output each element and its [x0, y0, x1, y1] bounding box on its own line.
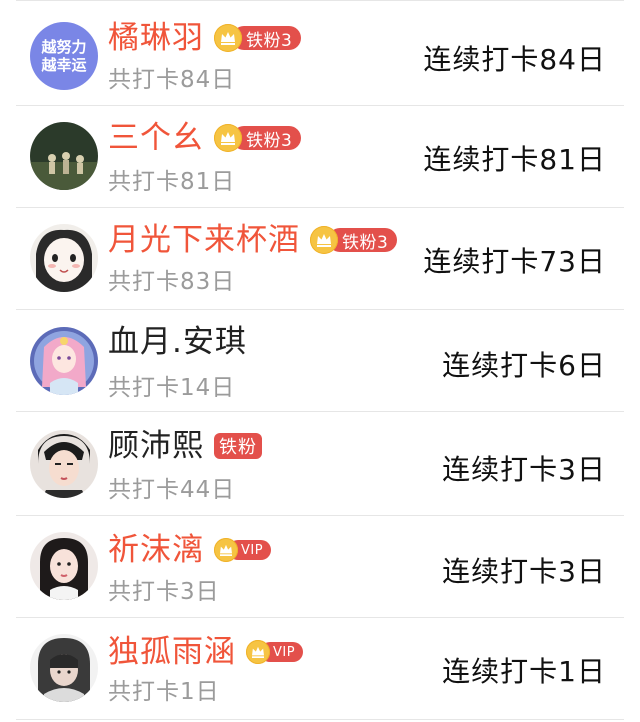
total-checkins: 共打卡44日 — [108, 477, 236, 503]
vip-badge: VIP — [246, 638, 304, 666]
streak-count: 连续打卡84日 — [423, 43, 606, 76]
total-checkins: 共打卡81日 — [108, 169, 236, 195]
streak-count: 连续打卡3日 — [442, 555, 606, 588]
avatar-image — [30, 634, 98, 702]
avatar[interactable] — [30, 224, 98, 292]
list-item[interactable]: 独孤雨涵 VIP 共打卡1日 连续打卡1日 — [0, 618, 640, 720]
total-checkins: 共打卡84日 — [108, 67, 236, 93]
avatar-image — [30, 430, 98, 498]
fan-level-badge: 铁粉3 — [214, 124, 302, 152]
badge-label: 铁粉3 — [328, 228, 398, 253]
row-divider — [16, 411, 624, 412]
streak-count: 连续打卡1日 — [442, 655, 606, 688]
avatar[interactable] — [30, 634, 98, 702]
list-item[interactable]: 顾沛熙 铁粉 共打卡44日 连续打卡3日 — [0, 414, 640, 516]
user-name[interactable]: 三个幺 — [108, 118, 204, 158]
avatar-image — [30, 532, 98, 600]
badge-label: 铁粉3 — [232, 26, 302, 51]
list-item[interactable]: 三个幺 铁粉3 共打卡81日 连续打卡81日 — [0, 106, 640, 208]
user-name[interactable]: 独孤雨涵 — [108, 632, 236, 672]
avatar-image — [30, 224, 98, 292]
avatar[interactable] — [30, 327, 98, 395]
total-checkins: 共打卡14日 — [108, 375, 236, 401]
badge-label: 铁粉3 — [232, 126, 302, 151]
total-checkins: 共打卡83日 — [108, 269, 236, 295]
name-line: 祈沫漓 VIP — [108, 530, 272, 570]
name-line: 橘琳羽 铁粉3 — [108, 18, 302, 58]
checkin-ranking-list: 越努力 越幸运 橘琳羽 铁粉3 共打卡84日 连续打卡84日 三个幺 铁粉3 共… — [0, 0, 640, 722]
top-divider — [16, 0, 624, 1]
avatar[interactable] — [30, 532, 98, 600]
crown-icon — [246, 640, 270, 664]
fan-level-badge: 铁粉3 — [310, 226, 398, 254]
streak-count: 连续打卡6日 — [442, 349, 606, 382]
badge-label: 铁粉 — [214, 433, 262, 459]
list-item[interactable]: 越努力 越幸运 橘琳羽 铁粉3 共打卡84日 连续打卡84日 — [0, 4, 640, 106]
avatar-image — [30, 327, 98, 395]
streak-count: 连续打卡73日 — [423, 245, 606, 278]
streak-count: 连续打卡81日 — [423, 143, 606, 176]
streak-count: 连续打卡3日 — [442, 453, 606, 486]
fan-level-badge: 铁粉3 — [214, 24, 302, 52]
name-line: 三个幺 铁粉3 — [108, 118, 302, 158]
crown-icon — [214, 24, 242, 52]
avatar-text-line-1: 越努力 — [40, 38, 86, 56]
user-name[interactable]: 血月.安琪 — [108, 322, 247, 362]
avatar-image: 越努力 越幸运 — [30, 22, 98, 90]
crown-icon — [310, 226, 338, 254]
name-line: 顾沛熙 铁粉 — [108, 426, 262, 466]
user-name[interactable]: 祈沫漓 — [108, 530, 204, 570]
fan-tag-badge: 铁粉 — [214, 432, 262, 460]
list-item[interactable]: 祈沫漓 VIP 共打卡3日 连续打卡3日 — [0, 516, 640, 618]
name-line: 独孤雨涵 VIP — [108, 632, 304, 672]
avatar-image — [30, 122, 98, 190]
name-line: 月光下来杯酒 铁粉3 — [108, 220, 398, 260]
user-name[interactable]: 月光下来杯酒 — [108, 220, 300, 260]
avatar[interactable] — [30, 430, 98, 498]
user-name[interactable]: 顾沛熙 — [108, 426, 204, 466]
avatar[interactable]: 越努力 越幸运 — [30, 22, 98, 90]
crown-icon — [214, 124, 242, 152]
vip-badge: VIP — [214, 536, 272, 564]
avatar-text-line-2: 越幸运 — [40, 56, 86, 74]
avatar[interactable] — [30, 122, 98, 190]
total-checkins: 共打卡1日 — [108, 679, 220, 705]
row-divider — [16, 719, 624, 720]
user-name[interactable]: 橘琳羽 — [108, 18, 204, 58]
list-item[interactable]: 血月.安琪 共打卡14日 连续打卡6日 — [0, 310, 640, 412]
total-checkins: 共打卡3日 — [108, 579, 220, 605]
list-item[interactable]: 月光下来杯酒 铁粉3 共打卡83日 连续打卡73日 — [0, 208, 640, 310]
name-line: 血月.安琪 — [108, 322, 247, 362]
crown-icon — [214, 538, 238, 562]
